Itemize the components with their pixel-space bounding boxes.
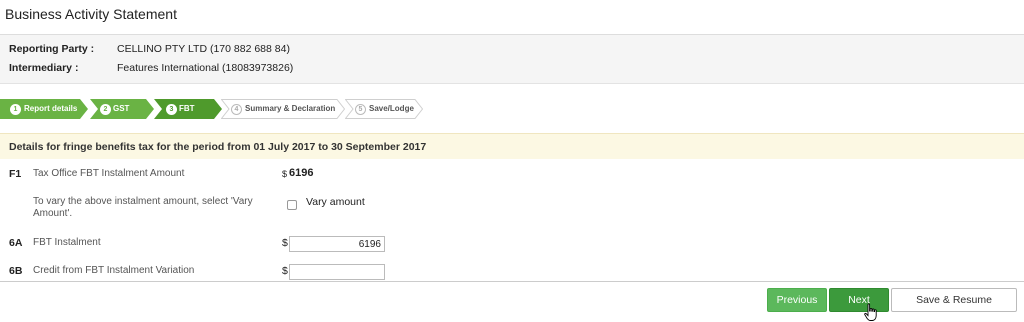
step-number: 5 — [355, 104, 366, 115]
currency-symbol: $ — [282, 169, 288, 179]
currency-symbol: $ — [282, 237, 288, 249]
intermediary-label: Intermediary : — [9, 62, 79, 74]
period-banner: Details for fringe benefits tax for the … — [0, 133, 1024, 159]
step-label: GST — [113, 104, 130, 113]
title-bar: Business Activity Statement — [0, 0, 1024, 34]
next-button[interactable]: Next — [829, 288, 889, 312]
step-label: Save/Lodge — [369, 104, 414, 113]
period-text: Details for fringe benefits tax for the … — [9, 141, 427, 153]
hand-cursor-icon — [864, 303, 877, 321]
vary-amount-hint: To vary the above instalment amount, sel… — [33, 196, 253, 219]
step-number: 2 — [100, 104, 111, 115]
step-gst[interactable]: 2 GST — [90, 99, 154, 119]
reporting-party-label: Reporting Party : — [9, 43, 95, 55]
vary-amount-label[interactable]: Vary amount — [306, 196, 365, 208]
reporting-party-panel: Reporting Party : CELLINO PTY LTD (170 8… — [0, 34, 1024, 84]
field-f1-row: F1 Tax Office FBT Instalment Amount $ 61… — [0, 167, 1024, 187]
fbt-instalment-input[interactable] — [289, 236, 385, 252]
field-code: 6B — [9, 265, 23, 277]
field-code: 6A — [9, 237, 23, 249]
previous-button[interactable]: Previous — [767, 288, 827, 312]
step-save-lodge[interactable]: 5 Save/Lodge — [345, 99, 423, 119]
fbt-credit-variation-input[interactable] — [289, 264, 385, 280]
page-title: Business Activity Statement — [5, 6, 177, 22]
field-label: Tax Office FBT Instalment Amount — [33, 168, 185, 179]
step-fbt[interactable]: 3 FBT — [154, 99, 222, 119]
currency-symbol: $ — [282, 265, 288, 277]
field-6a-row: 6A FBT Instalment $ — [0, 236, 1024, 256]
field-label: FBT Instalment — [33, 237, 101, 248]
step-label: FBT — [179, 104, 195, 113]
vary-amount-checkbox[interactable] — [287, 200, 297, 210]
field-label: Credit from FBT Instalment Variation — [33, 265, 195, 276]
field-6b-row: 6B Credit from FBT Instalment Variation … — [0, 264, 1024, 282]
step-label: Summary & Declaration — [245, 104, 336, 113]
f1-amount: 6196 — [289, 167, 314, 179]
vary-amount-row: To vary the above instalment amount, sel… — [0, 195, 1024, 225]
intermediary-value: Features International (18083973826) — [117, 62, 294, 74]
field-code: F1 — [9, 168, 22, 180]
step-number: 1 — [10, 104, 21, 115]
save-resume-button[interactable]: Save & Resume — [891, 288, 1017, 312]
reporting-party-value: CELLINO PTY LTD (170 882 688 84) — [117, 43, 290, 55]
step-number: 4 — [231, 104, 242, 115]
step-report-details[interactable]: 1 Report details — [0, 99, 88, 119]
step-label: Report details — [24, 104, 78, 113]
step-summary-declaration[interactable]: 4 Summary & Declaration — [221, 99, 345, 119]
step-number: 3 — [166, 104, 177, 115]
